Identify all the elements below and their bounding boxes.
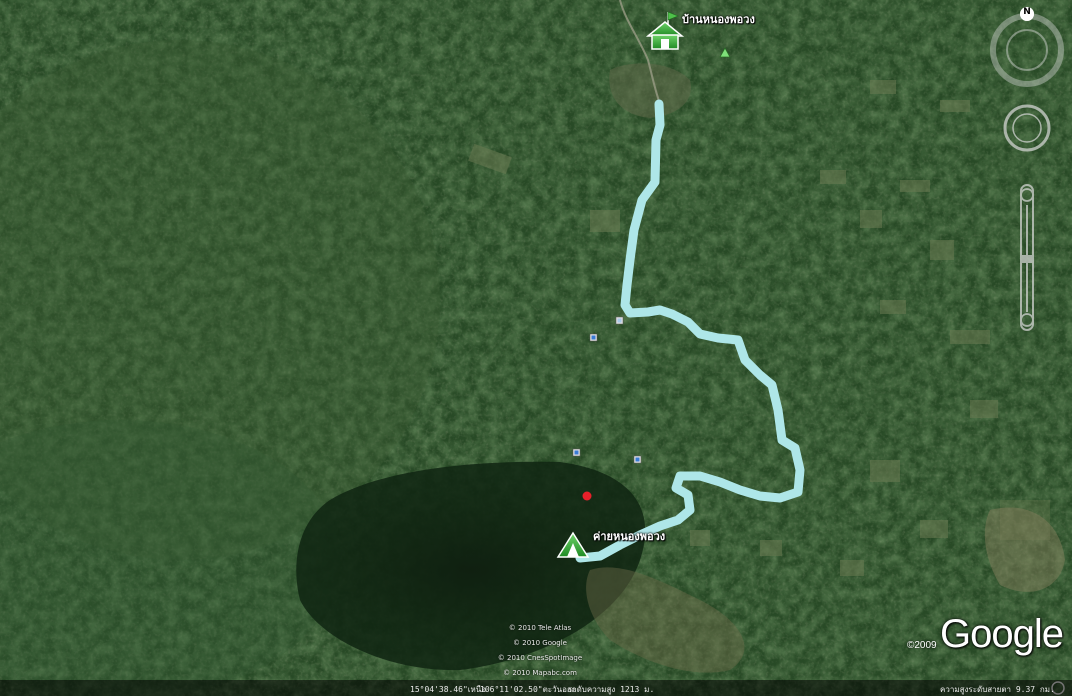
latitude-readout: 15°04'38.46"เหนือ: [410, 685, 487, 694]
eye-altitude-readout: ความสูงระดับสายตา 9.37 กม.: [940, 685, 1055, 694]
status-bar: 15°04'38.46"เหนือ 106°11'02.50"ตะวันออก …: [0, 680, 1072, 696]
attribution-cnes: © 2010 CnesSpotImage: [497, 654, 583, 662]
longitude-readout: 106°11'02.50"ตะวันออก: [480, 685, 577, 694]
north-label: N: [1023, 7, 1031, 17]
camp-label: ค่ายหนองพอวง: [593, 530, 666, 543]
attribution-tele-atlas: © 2010 Tele Atlas: [508, 624, 572, 632]
attribution-google: © 2010 Google: [513, 639, 567, 647]
satellite-map[interactable]: [0, 0, 1072, 696]
attribution-mapabc: © 2010 Mapabc.com: [503, 669, 577, 677]
elevation-readout: ระดับความสูง 1213 ม.: [568, 685, 655, 694]
logo-copyright: ©2009: [907, 640, 937, 651]
google-logo: Google: [940, 612, 1064, 656]
village-label: บ้านหนองพอวง: [682, 13, 755, 26]
red-dot-icon[interactable]: [582, 491, 592, 501]
